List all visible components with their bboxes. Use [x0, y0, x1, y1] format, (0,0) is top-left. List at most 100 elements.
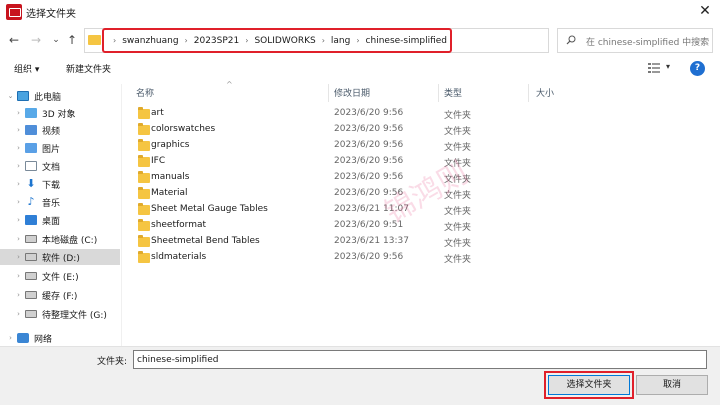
- sidebar-item-label: 本地磁盘 (C:): [42, 235, 98, 246]
- new-folder-button[interactable]: 新建文件夹: [66, 62, 111, 75]
- file-name: sldmaterials: [151, 252, 207, 262]
- file-name: Material: [151, 188, 188, 198]
- file-row[interactable]: art 2023/6/20 9:56 文件夹: [126, 106, 596, 122]
- column-header-date[interactable]: 修改日期: [334, 86, 370, 99]
- view-options-icon[interactable]: [648, 63, 660, 73]
- chevron-right-icon[interactable]: ›: [245, 36, 248, 45]
- chevron-right-icon[interactable]: ›: [14, 162, 23, 170]
- file-row[interactable]: sheetformat 2023/6/20 9:51 文件夹: [126, 218, 596, 234]
- sidebar-item-label: 下载: [42, 180, 61, 191]
- sidebar-item-desktop[interactable]: › 桌面: [0, 212, 120, 228]
- dialog-footer: 文件夹: 选择文件夹 取消: [0, 346, 720, 405]
- sidebar-item-drive-e[interactable]: › 文件 (E:): [0, 268, 120, 284]
- sidebar-item-videos[interactable]: › 视频: [0, 122, 120, 138]
- select-folder-button[interactable]: 选择文件夹: [544, 371, 634, 399]
- chevron-right-icon[interactable]: ›: [14, 180, 23, 188]
- chevron-right-icon[interactable]: ›: [14, 310, 23, 318]
- drive-icon: [25, 310, 37, 318]
- chevron-right-icon[interactable]: ›: [356, 36, 359, 45]
- chevron-right-icon[interactable]: ›: [14, 144, 23, 152]
- chevron-right-icon[interactable]: ›: [14, 272, 23, 280]
- sidebar-item-this-pc[interactable]: ⌄ 此电脑: [0, 88, 120, 104]
- column-divider[interactable]: [438, 84, 439, 102]
- file-row[interactable]: graphics 2023/6/20 9:56 文件夹: [126, 138, 596, 154]
- file-row[interactable]: manuals 2023/6/20 9:56 文件夹: [126, 170, 596, 186]
- file-date: 2023/6/20 9:56: [334, 140, 404, 150]
- title-bar: 选择文件夹 ✕: [0, 0, 720, 24]
- folder-icon: [138, 219, 150, 231]
- pictures-icon: [25, 143, 37, 153]
- sidebar-item-music[interactable]: › ♪ 音乐: [0, 194, 120, 210]
- documents-icon: [25, 161, 37, 171]
- file-row[interactable]: IFC 2023/6/20 9:56 文件夹: [126, 154, 596, 170]
- sidebar-item-downloads[interactable]: › ⬇ 下载: [0, 176, 120, 192]
- file-date: 2023/6/20 9:56: [334, 156, 404, 166]
- folder-icon: [138, 171, 150, 183]
- sidebar-item-drive-g[interactable]: › 待整理文件 (G:): [0, 306, 120, 322]
- sidebar-item-3d-objects[interactable]: › 3D 对象: [0, 105, 120, 121]
- sidebar-item-network[interactable]: › 网络: [0, 330, 120, 346]
- chevron-right-icon[interactable]: ›: [14, 235, 23, 243]
- file-row[interactable]: Sheet Metal Gauge Tables 2023/6/21 11:07…: [126, 202, 596, 218]
- chevron-right-icon[interactable]: ›: [185, 36, 188, 45]
- back-button[interactable]: ←: [4, 30, 24, 50]
- forward-button[interactable]: →: [26, 30, 46, 50]
- breadcrumb-2023sp21[interactable]: 2023SP21: [194, 36, 240, 46]
- chevron-right-icon[interactable]: ›: [14, 198, 23, 206]
- sidebar-item-pictures[interactable]: › 图片: [0, 140, 120, 156]
- search-box[interactable]: 在 chinese-simplified 中搜索: [557, 28, 713, 53]
- breadcrumb-chinese-simplified[interactable]: chinese-simplified: [366, 36, 447, 46]
- sidebar-item-label: 软件 (D:): [42, 253, 80, 264]
- help-icon[interactable]: ?: [690, 61, 705, 76]
- cancel-button[interactable]: 取消: [636, 375, 708, 395]
- downloads-icon: ⬇: [26, 177, 36, 190]
- 3d-objects-icon: [25, 108, 37, 118]
- chevron-right-icon[interactable]: ›: [14, 109, 23, 117]
- folder-icon: [88, 35, 101, 45]
- file-name: IFC: [151, 156, 166, 166]
- breadcrumb-solidworks[interactable]: SOLIDWORKS: [254, 36, 315, 46]
- file-type: 文件夹: [444, 239, 472, 249]
- column-header-type[interactable]: 类型: [444, 86, 462, 99]
- file-name: sheetformat: [151, 220, 207, 230]
- breadcrumb-swanzhuang[interactable]: swanzhuang: [122, 36, 178, 46]
- address-bar[interactable]: › swanzhuang › 2023SP21 › SOLIDWORKS › l…: [84, 28, 623, 53]
- column-divider[interactable]: [328, 84, 329, 102]
- chevron-right-icon[interactable]: ›: [322, 36, 325, 45]
- chevron-right-icon[interactable]: ›: [14, 216, 23, 224]
- navigation-bar: ← → ⌄ ↑ › swanzhuang › 2023SP21 › SOLIDW…: [0, 24, 720, 58]
- file-row[interactable]: Sheetmetal Bend Tables 2023/6/21 13:37 文…: [126, 234, 596, 250]
- organize-button[interactable]: 组织 ▾: [14, 62, 39, 75]
- sidebar-item-label: 文件 (E:): [42, 272, 79, 283]
- column-header-name[interactable]: 名称: [136, 86, 154, 99]
- folder-icon: [138, 155, 150, 167]
- column-header-size[interactable]: 大小: [536, 86, 554, 99]
- chevron-right-icon[interactable]: ›: [14, 253, 23, 261]
- sidebar-item-label: 此电脑: [34, 92, 62, 103]
- sidebar-item-label: 图片: [42, 144, 61, 155]
- view-options-dropdown[interactable]: ▾: [666, 62, 670, 71]
- search-placeholder[interactable]: 在 chinese-simplified 中搜索: [586, 35, 709, 48]
- folder-icon: [138, 107, 150, 119]
- file-name: manuals: [151, 172, 190, 182]
- file-row[interactable]: Material 2023/6/20 9:56 文件夹: [126, 186, 596, 202]
- column-divider[interactable]: [528, 84, 529, 102]
- drive-icon: [25, 235, 37, 243]
- up-button[interactable]: ↑: [62, 30, 82, 50]
- chevron-down-icon[interactable]: ⌄: [6, 92, 15, 100]
- file-date: 2023/6/21 13:37: [334, 236, 409, 246]
- sidebar-item-drive-f[interactable]: › 缓存 (F:): [0, 287, 120, 303]
- sidebar-item-drive-d[interactable]: › 软件 (D:): [0, 249, 120, 265]
- file-row[interactable]: sldmaterials 2023/6/20 9:56 文件夹: [126, 250, 596, 266]
- chevron-right-icon[interactable]: ›: [14, 291, 23, 299]
- sidebar-item-documents[interactable]: › 文档: [0, 158, 120, 174]
- breadcrumb-lang[interactable]: lang: [331, 36, 350, 46]
- file-type: 文件夹: [444, 255, 472, 265]
- file-row[interactable]: colorswatches 2023/6/20 9:56 文件夹: [126, 122, 596, 138]
- chevron-right-icon[interactable]: ›: [14, 126, 23, 134]
- sidebar-item-drive-c[interactable]: › 本地磁盘 (C:): [0, 231, 120, 247]
- chevron-right-icon[interactable]: ›: [6, 334, 15, 342]
- close-button[interactable]: ✕: [690, 0, 720, 24]
- toolbar: 组织 ▾ 新建文件夹 ▾ ?: [0, 58, 720, 80]
- folder-name-input[interactable]: [133, 350, 707, 369]
